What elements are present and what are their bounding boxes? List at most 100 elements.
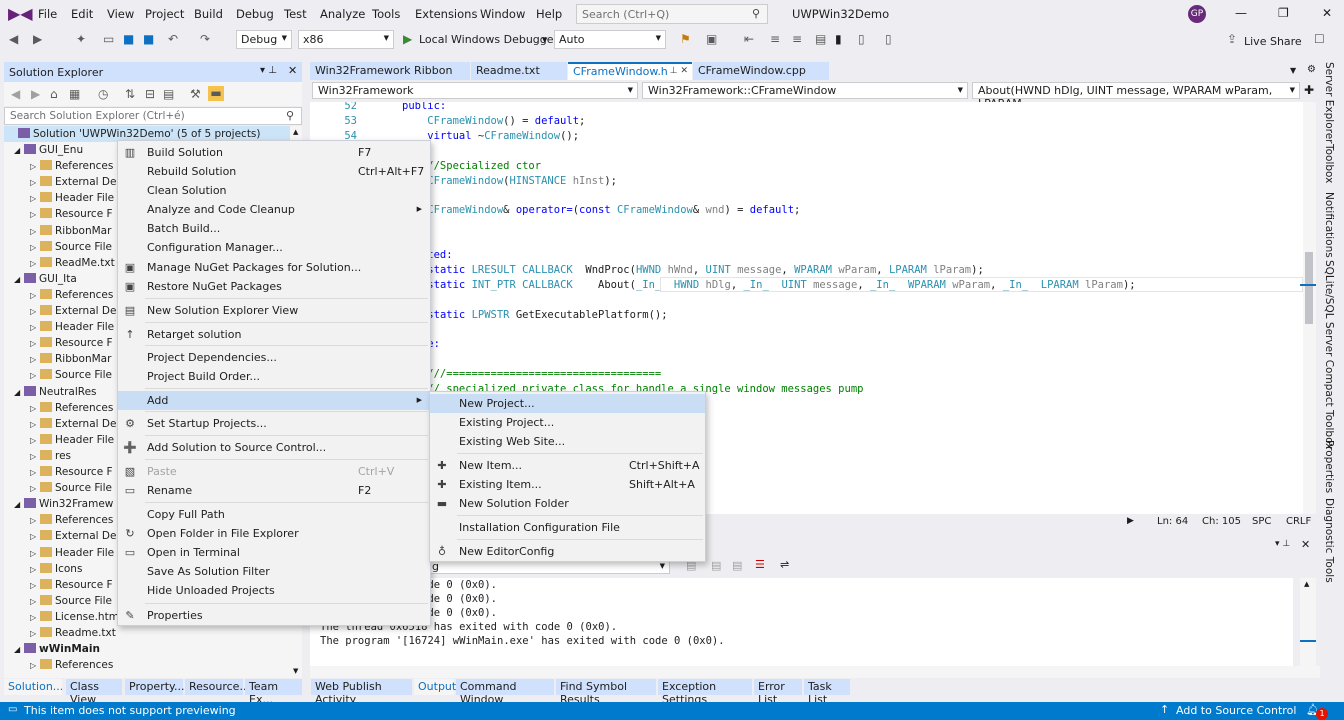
tab-find-symbol-results[interactable]: Find Symbol Results [556, 679, 656, 706]
menu-item[interactable]: ↑ Retarget solution [118, 325, 430, 344]
tree-item[interactable]: ▷ Source File [30, 593, 112, 609]
menu-item[interactable]: Analyze and Code Cleanup ▶ [118, 200, 430, 219]
configuration-dropdown[interactable]: Debug ▼ [236, 30, 292, 49]
menu-item[interactable]: Clean Solution [118, 181, 430, 200]
tab-diagnostic-tools[interactable]: Diagnostic Tools [1323, 498, 1335, 583]
tree-item[interactable]: ▷ Header File [30, 545, 114, 561]
tree-item[interactable]: ▷ External De [30, 174, 116, 190]
tab-server-explorer[interactable]: Server Explorer [1323, 62, 1335, 144]
menu-item[interactable]: ▤ New Solution Explorer View [118, 301, 430, 320]
collapse-all-icon[interactable]: ⊟ [145, 87, 155, 101]
mode-dropdown[interactable]: Auto ▼ [554, 30, 666, 49]
tab-cframewindow-cpp[interactable]: CFrameWindow.cpp [693, 62, 829, 80]
output-scrollbar[interactable]: ▲ [1300, 578, 1316, 666]
tree-item[interactable]: ▷ Resource F [30, 464, 113, 480]
sync-icon[interactable]: ⇅ [125, 87, 135, 101]
menu-item[interactable]: New Project... [430, 394, 705, 413]
tab-resource[interactable]: Resource... [185, 679, 250, 695]
collapsed-arrow-icon[interactable]: ▷ [30, 401, 40, 417]
forward-icon[interactable]: ▶ [31, 87, 40, 101]
collapsed-arrow-icon[interactable]: ▷ [30, 240, 40, 256]
collapsed-arrow-icon[interactable]: ▷ [30, 417, 40, 433]
menu-item[interactable]: Existing Project... [430, 413, 705, 432]
collapsed-arrow-icon[interactable]: ▷ [30, 256, 40, 272]
settings-icon[interactable]: ⚙ [1307, 64, 1316, 75]
collapsed-arrow-icon[interactable]: ▷ [30, 562, 40, 578]
step-icon[interactable]: ⇤ [744, 32, 754, 46]
close-icon[interactable]: ✕ [1322, 6, 1332, 20]
home-icon[interactable]: ⌂ [50, 87, 58, 101]
menu-project[interactable]: Project [145, 7, 184, 21]
switch-views-icon[interactable]: ▦ [69, 87, 80, 101]
tree-item[interactable]: ▷ Source File [30, 480, 112, 496]
tree-item[interactable]: ▷ References [30, 512, 113, 528]
collapsed-arrow-icon[interactable]: ▷ [30, 610, 40, 626]
next-message-icon[interactable]: ▤ [732, 559, 742, 572]
tree-item[interactable]: ▷ External De [30, 416, 116, 432]
source-control-button[interactable]: Add to Source Control [1176, 704, 1296, 717]
menu-extensions[interactable]: Extensions [415, 7, 477, 21]
menu-item[interactable]: ✚ Existing Item... Shift+Alt+A [430, 475, 705, 494]
tree-item[interactable]: ◢ GUI_Ita [14, 271, 77, 287]
bookmark-prev-icon[interactable]: ▯ [858, 32, 865, 46]
member-dropdown[interactable]: About(HWND hDlg, UINT message, WPARAM wP… [972, 82, 1300, 110]
menu-item[interactable]: ♁ New EditorConfig [430, 542, 705, 561]
platform-dropdown[interactable]: x86 ▼ [298, 30, 394, 49]
expanded-arrow-icon[interactable]: ◢ [14, 385, 24, 401]
menu-item[interactable]: ▬ New Solution Folder [430, 494, 705, 513]
expanded-arrow-icon[interactable]: ◢ [14, 497, 24, 513]
close-icon[interactable]: ✕ [1301, 538, 1310, 551]
upload-icon[interactable]: ↑ [1160, 703, 1169, 716]
tree-item[interactable]: ▷ Header File [30, 190, 114, 206]
tree-item[interactable]: ▷ References [30, 400, 113, 416]
menu-window[interactable]: Window [480, 7, 525, 21]
pending-changes-icon[interactable]: ◷ [98, 87, 108, 101]
menu-item[interactable]: Rebuild Solution Ctrl+Alt+F7 [118, 162, 430, 181]
menu-item[interactable]: ▣ Manage NuGet Packages for Solution... [118, 258, 430, 277]
collapsed-arrow-icon[interactable]: ▷ [30, 175, 40, 191]
collapsed-arrow-icon[interactable]: ▷ [30, 626, 40, 642]
menu-item[interactable]: Save As Solution Filter [118, 562, 430, 581]
properties-icon[interactable]: ⚒ [190, 87, 201, 101]
open-icon[interactable]: ▭ [103, 32, 114, 46]
search-input[interactable]: Search (Ctrl+Q) ⚲ [576, 4, 768, 24]
menu-item[interactable]: ↻ Open Folder in File Explorer [118, 524, 430, 543]
menu-item[interactable]: Batch Build... [118, 219, 430, 238]
menu-item[interactable]: Copy Full Path [118, 505, 430, 524]
menu-analyze[interactable]: Analyze [320, 7, 365, 21]
undo-icon[interactable]: ↶ [168, 32, 178, 46]
scroll-up-icon[interactable]: ▲ [293, 128, 298, 136]
scroll-right-icon[interactable]: ▶ [1127, 516, 1134, 526]
tab-properties[interactable]: Properties [1323, 440, 1335, 493]
menu-item[interactable]: Configuration Manager... [118, 238, 430, 257]
scroll-up-icon[interactable]: ▲ [1304, 580, 1309, 588]
tab-readme[interactable]: Readme.txt [471, 62, 567, 80]
tab-win32framework-ribbon[interactable]: Win32Framework Ribbon [310, 62, 470, 80]
pin-icon[interactable]: ▾ ⊥ [1275, 539, 1290, 549]
indent-icon[interactable]: ≡ [770, 32, 780, 46]
tree-item[interactable]: ▷ Readme.txt [30, 625, 116, 641]
menu-item[interactable]: ▣ Restore NuGet Packages [118, 277, 430, 296]
collapsed-arrow-icon[interactable]: ▷ [30, 288, 40, 304]
solution-search-input[interactable]: Search Solution Explorer (Ctrl+é) ⚲ [4, 107, 302, 125]
menu-item[interactable]: ▥ Build Solution F7 [118, 143, 430, 162]
start-debug-icon[interactable]: ▶ [403, 32, 412, 46]
menu-item[interactable]: ▧ Paste Ctrl+V [118, 462, 430, 481]
feedback-icon[interactable]: ☐ [1314, 32, 1325, 46]
tree-item[interactable]: ▷ License.htm [30, 609, 119, 625]
menu-view[interactable]: View [107, 7, 134, 21]
menu-item[interactable]: ⚙ Set Startup Projects... [118, 414, 430, 433]
pin-icon[interactable]: ⊥ ✕ [670, 66, 688, 76]
tree-item[interactable]: ▷ References [30, 657, 113, 673]
tab-class-view[interactable]: Class View [66, 679, 122, 706]
preview-icon[interactable]: ▬ [208, 86, 224, 101]
screenshot-icon[interactable]: ▣ [706, 32, 717, 46]
close-icon[interactable]: ✕ [288, 64, 297, 77]
menu-item[interactable]: ✎ Properties [118, 606, 430, 625]
output-hscrollbar[interactable] [310, 666, 1320, 678]
menu-debug[interactable]: Debug [236, 7, 274, 21]
collapsed-arrow-icon[interactable]: ▷ [30, 224, 40, 240]
menu-tools[interactable]: Tools [372, 7, 400, 21]
tree-item[interactable]: ▷ Source File [30, 367, 112, 383]
expanded-arrow-icon[interactable]: ◢ [14, 642, 24, 658]
